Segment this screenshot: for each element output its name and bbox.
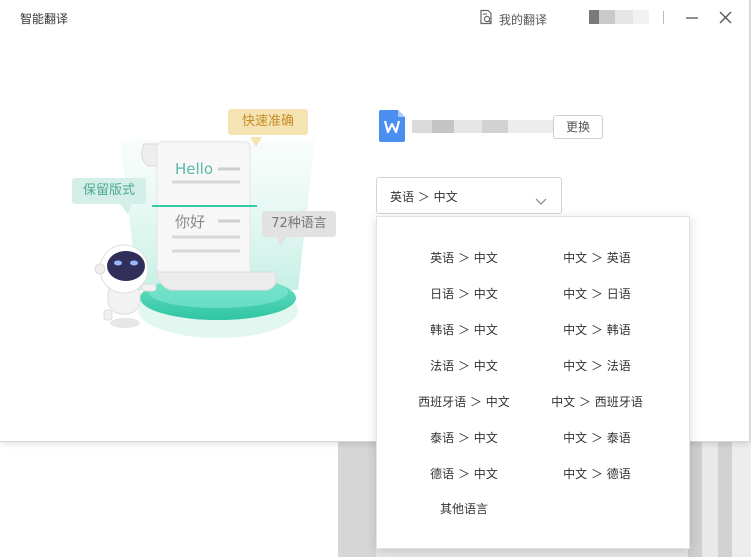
- minimize-button[interactable]: [683, 8, 701, 26]
- option-zh-to-fr[interactable]: 中文 ＞ 法语: [522, 353, 672, 379]
- background-window-mid: [338, 442, 376, 557]
- option-zh-to-ko[interactable]: 中文 ＞ 韩语: [522, 317, 672, 343]
- option-en-to-zh[interactable]: 英语 ＞ 中文: [389, 245, 539, 271]
- option-ko-to-zh[interactable]: 韩语 ＞ 中文: [389, 317, 539, 343]
- option-other-languages[interactable]: 其他语言: [389, 496, 539, 522]
- window-title: 智能翻译: [20, 12, 69, 26]
- document-search-icon: [479, 9, 494, 29]
- language-pair-select[interactable]: 英语 ＞ 中文: [376, 177, 562, 214]
- translation-illustration: 快速准确 保留版式 72种语言 Hello 你好: [60, 100, 350, 350]
- option-zh-to-ja[interactable]: 中文 ＞ 日语: [522, 281, 672, 307]
- word-file-icon: [379, 110, 405, 142]
- replace-file-button[interactable]: 更换: [553, 115, 603, 139]
- language-pair-dropdown: 英语 ＞ 中文 日语 ＞ 中文 韩语 ＞ 中文 法语 ＞ 中文 西班牙语 ＞ 中…: [376, 216, 690, 549]
- my-translations-link[interactable]: 我的翻译: [479, 9, 547, 29]
- my-translations-label: 我的翻译: [499, 12, 548, 27]
- bubble-keep-format: 保留版式: [72, 178, 146, 204]
- option-es-to-zh[interactable]: 西班牙语 ＞ 中文: [389, 389, 539, 415]
- bubble-72-languages: 72种语言: [262, 211, 336, 237]
- option-zh-to-de[interactable]: 中文 ＞ 德语: [522, 461, 672, 487]
- bubble-fast-accurate: 快速准确: [228, 109, 308, 135]
- scroll-hello-text: Hello: [175, 160, 214, 178]
- chevron-down-icon: [535, 191, 547, 210]
- minimize-icon: [686, 17, 698, 19]
- background-window-right: [688, 442, 751, 557]
- titlebar-divider: [663, 11, 664, 24]
- file-name-blurred: [412, 120, 554, 133]
- option-ja-to-zh[interactable]: 日语 ＞ 中文: [389, 281, 539, 307]
- option-th-to-zh[interactable]: 泰语 ＞ 中文: [389, 425, 539, 451]
- language-pair-selected: 英语 ＞ 中文: [390, 190, 458, 204]
- option-zh-to-es[interactable]: 中文 ＞ 西班牙语: [522, 389, 672, 415]
- close-icon: [719, 11, 732, 24]
- option-zh-to-en[interactable]: 中文 ＞ 英语: [522, 245, 672, 271]
- scroll-nihao-text: 你好: [175, 213, 206, 231]
- option-fr-to-zh[interactable]: 法语 ＞ 中文: [389, 353, 539, 379]
- user-account-blurred[interactable]: [589, 10, 649, 24]
- close-button[interactable]: [716, 8, 734, 26]
- option-de-to-zh[interactable]: 德语 ＞ 中文: [389, 461, 539, 487]
- background-window-left: [0, 442, 338, 557]
- option-zh-to-th[interactable]: 中文 ＞ 泰语: [522, 425, 672, 451]
